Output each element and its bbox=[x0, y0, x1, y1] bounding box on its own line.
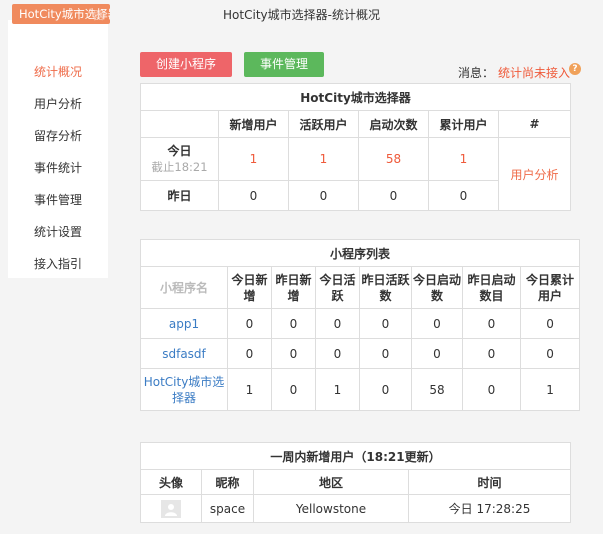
table-cell: 0 bbox=[462, 338, 521, 369]
stats-header-hash: # bbox=[497, 110, 572, 138]
table-cell: 0 bbox=[359, 368, 412, 411]
today-launches: 58 bbox=[358, 137, 429, 181]
avatar-placeholder-icon bbox=[161, 499, 181, 518]
weekly-new-users-title: 一周内新增用户（18:21更新） bbox=[139, 442, 572, 470]
sidebar-item-overview[interactable]: 统计概况 bbox=[8, 56, 108, 88]
stats-today-cell: 今日 截止18:21 bbox=[140, 137, 219, 181]
today-active-users: 1 bbox=[288, 137, 359, 181]
stats-header-blank bbox=[140, 110, 219, 138]
table-cell: 0 bbox=[271, 368, 316, 411]
user-region: Yellowstone bbox=[253, 494, 409, 523]
user-join-time: 今日 17:28:25 bbox=[407, 494, 572, 523]
apps-header-today-total: 今日累计用户 bbox=[519, 266, 581, 309]
users-header-nickname: 昵称 bbox=[201, 469, 254, 495]
avatar-cell bbox=[140, 494, 202, 523]
sidebar-item-settings[interactable]: 统计设置 bbox=[8, 216, 108, 248]
sidebar-item-user-analysis[interactable]: 用户分析 bbox=[8, 88, 108, 120]
sidebar-item-event-manage[interactable]: 事件管理 bbox=[8, 184, 108, 216]
apps-header-today-new: 今日新增 bbox=[227, 266, 272, 309]
apps-header-today-launches: 今日启动数 bbox=[411, 266, 463, 309]
event-management-button[interactable]: 事件管理 bbox=[244, 52, 324, 77]
stats-header-launches: 启动次数 bbox=[358, 110, 429, 138]
message-area: 消息： 统计尚未接入 bbox=[458, 64, 570, 81]
table-row: space Yellowstone 今日 17:28:25 bbox=[140, 494, 572, 523]
users-header-avatar: 头像 bbox=[140, 469, 202, 495]
create-miniapp-button[interactable]: 创建小程序 bbox=[140, 52, 232, 77]
user-analysis-link[interactable]: 用户分析 bbox=[497, 137, 572, 211]
table-cell: 1 bbox=[315, 368, 360, 411]
stats-row-today: 今日 截止18:21 1 1 58 1 用户分析 bbox=[140, 137, 572, 211]
table-cell: 1 bbox=[519, 368, 581, 411]
yesterday-label: 昨日 bbox=[140, 180, 219, 211]
table-cell: 0 bbox=[271, 308, 316, 339]
sidebar-nav: 统计概况 用户分析 留存分析 事件统计 事件管理 统计设置 接入指引 bbox=[8, 56, 108, 280]
user-nickname: space bbox=[201, 494, 254, 523]
table-cell: 0 bbox=[411, 338, 463, 369]
app-name-link[interactable]: sdfasdf bbox=[140, 338, 228, 369]
yesterday-launches: 0 bbox=[358, 180, 429, 211]
app-name-link[interactable]: app1 bbox=[140, 308, 228, 339]
brand-overflow-text: 器 · bbox=[93, 9, 111, 22]
table-cell: 0 bbox=[462, 368, 521, 411]
table-cell: 0 bbox=[411, 308, 463, 339]
miniapp-list-table: 小程序列表 小程序名 今日新增 昨日新增 今日活跃 昨日活跃数 今日启动数 昨日… bbox=[139, 239, 581, 411]
apps-header-yesterday-launches: 昨日启动数目 bbox=[462, 266, 521, 309]
stats-table-title: HotCity城市选择器 bbox=[139, 83, 572, 111]
apps-header-name: 小程序名 bbox=[140, 266, 228, 309]
today-new-users: 1 bbox=[218, 137, 289, 181]
sidebar-item-integration-guide[interactable]: 接入指引 bbox=[8, 248, 108, 280]
table-row: sdfasdf 0 0 0 0 0 0 0 bbox=[140, 338, 581, 369]
message-label: 消息： bbox=[457, 66, 494, 80]
stats-table: HotCity城市选择器 新增用户 活跃用户 启动次数 累计用户 # 今日 截止… bbox=[139, 83, 572, 211]
table-cell: 0 bbox=[315, 308, 360, 339]
table-cell: 0 bbox=[359, 308, 412, 339]
stats-header-total-users: 累计用户 bbox=[428, 110, 499, 138]
table-row: HotCity城市选择器 1 0 1 0 58 0 1 bbox=[140, 368, 581, 411]
app-name-link[interactable]: HotCity城市选择器 bbox=[140, 368, 228, 411]
table-cell: 0 bbox=[519, 338, 581, 369]
miniapp-list-title: 小程序列表 bbox=[139, 239, 581, 267]
message-link[interactable]: 统计尚未接入 bbox=[498, 66, 570, 80]
table-cell: 0 bbox=[519, 308, 581, 339]
help-icon[interactable]: ? bbox=[569, 63, 581, 75]
weekly-new-users-table: 一周内新增用户（18:21更新） 头像 昵称 地区 时间 space Yello… bbox=[139, 442, 572, 523]
table-cell: 0 bbox=[315, 338, 360, 369]
today-label: 今日 bbox=[167, 144, 192, 158]
stats-header-active-users: 活跃用户 bbox=[288, 110, 359, 138]
apps-header-yesterday-new: 昨日新增 bbox=[271, 266, 316, 309]
apps-header-yesterday-active: 昨日活跃数 bbox=[359, 266, 412, 309]
table-cell: 0 bbox=[227, 308, 272, 339]
users-header-time: 时间 bbox=[407, 469, 572, 495]
table-cell: 0 bbox=[462, 308, 521, 339]
table-cell: 1 bbox=[227, 368, 272, 411]
today-cutoff-time: 截止18:21 bbox=[151, 160, 208, 174]
apps-header-today-active: 今日活跃 bbox=[315, 266, 360, 309]
yesterday-active-users: 0 bbox=[288, 180, 359, 211]
users-header-region: 地区 bbox=[253, 469, 409, 495]
sidebar-item-retention[interactable]: 留存分析 bbox=[8, 120, 108, 152]
sidebar-item-event-stats[interactable]: 事件统计 bbox=[8, 152, 108, 184]
today-total-users: 1 bbox=[428, 137, 499, 181]
sidebar: 统计概况 用户分析 留存分析 事件统计 事件管理 统计设置 接入指引 bbox=[8, 20, 108, 278]
stats-header-new-users: 新增用户 bbox=[218, 110, 289, 138]
yesterday-total-users: 0 bbox=[428, 180, 499, 211]
table-cell: 0 bbox=[359, 338, 412, 369]
table-row: app1 0 0 0 0 0 0 0 bbox=[140, 308, 581, 339]
yesterday-new-users: 0 bbox=[218, 180, 289, 211]
table-cell: 0 bbox=[271, 338, 316, 369]
table-cell: 58 bbox=[411, 368, 463, 411]
table-cell: 0 bbox=[227, 338, 272, 369]
